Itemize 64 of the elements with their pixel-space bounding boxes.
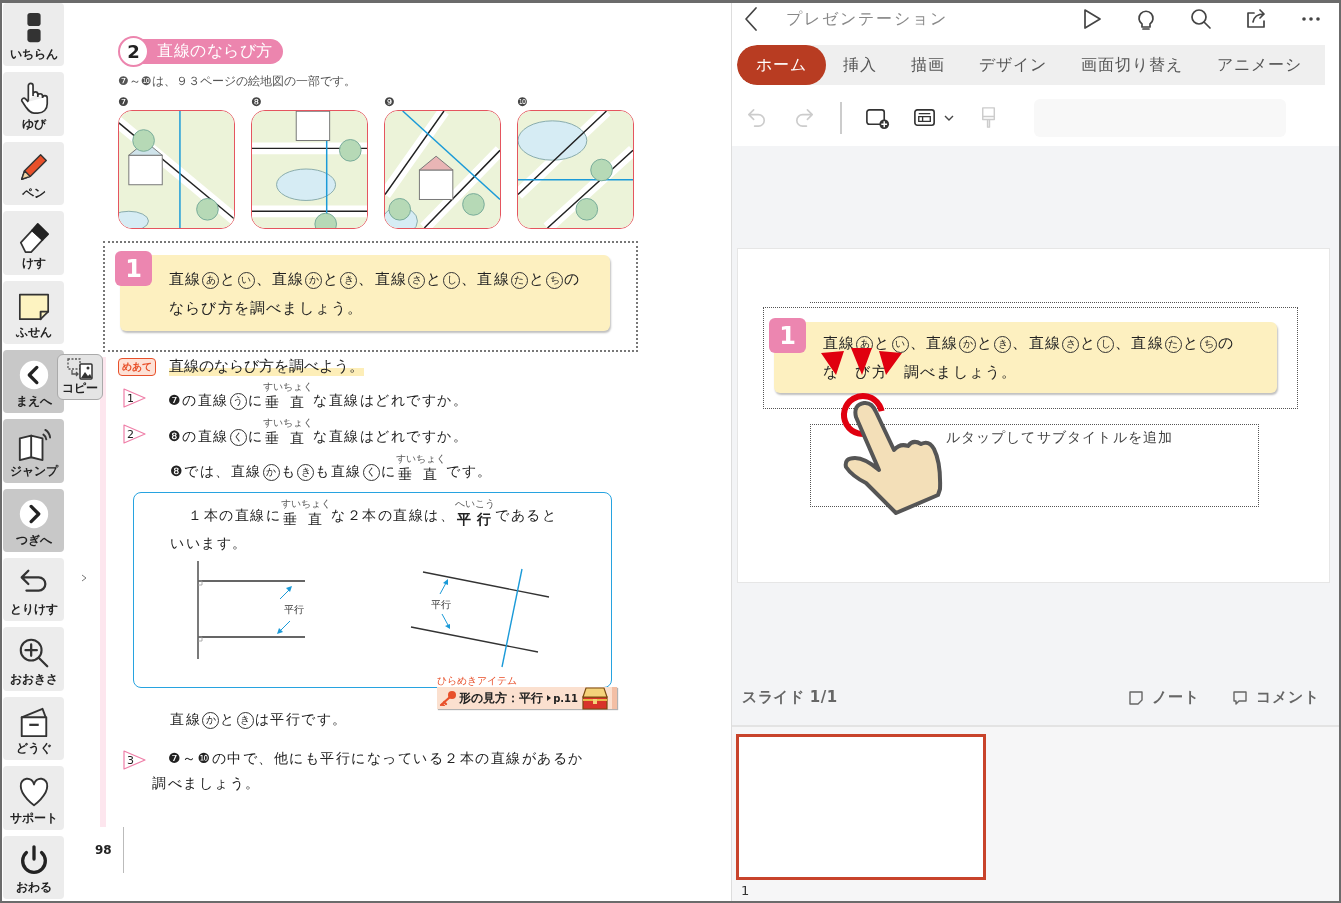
comments-button[interactable]: コメント — [1232, 688, 1320, 707]
hint-caption: ひらめきアイテム — [437, 675, 518, 687]
task-text: 直線 あ と い 、直線 か と き 、直線 さ と し 、直線 た と ち の ならび方を調べましょう。 — [168, 269, 582, 319]
toolbar-button[interactable]: つぎへ — [3, 488, 64, 553]
toolbar-button[interactable]: おわる — [3, 835, 64, 899]
note-icon — [1128, 689, 1144, 706]
page-number: 98 — [95, 843, 112, 857]
treasure-chest-icon — [580, 685, 610, 711]
slide-counter: スライド 1/1 — [742, 688, 838, 707]
goal-text: 直線のならび方を調べよう。 — [169, 357, 364, 376]
explanation-text: ❽では、直線 か も き も直線 く に すい 垂 ちょく 直 です。 — [170, 454, 494, 484]
ribbon-tab[interactable]: 描画 — [894, 45, 962, 85]
map-number: ❿ — [517, 94, 529, 110]
search-icon[interactable] — [1189, 7, 1213, 31]
book-icon — [16, 427, 51, 462]
conclusion-text: 直線 か と き は平行です。 — [170, 710, 349, 731]
toolbar-button[interactable]: とりけす — [3, 558, 64, 622]
section-title: 直線のならび方 — [143, 39, 283, 64]
question-number: 1 — [123, 388, 147, 408]
copy-button[interactable]: コピー — [57, 354, 103, 400]
share-icon[interactable] — [1244, 7, 1268, 31]
section-number: 2 — [118, 36, 149, 67]
toolbar-button[interactable]: まえへ — [3, 349, 64, 414]
question-text: ❼の直線 う に すい 垂 ちょく 直 な直線はどれですか。 — [168, 382, 469, 412]
comment-icon — [1232, 689, 1248, 706]
ribbon-tab[interactable]: 画面切り替え — [1064, 45, 1200, 85]
image-copy-icon — [67, 357, 93, 380]
ribbon-tab[interactable]: 挿入 — [826, 45, 894, 85]
map-number: ❼ — [118, 94, 130, 110]
toolbar-button[interactable]: ジャンプ — [3, 419, 64, 483]
ribbon-tab[interactable]: デザイン — [962, 45, 1064, 85]
toolbar-button[interactable]: おおきさ — [3, 627, 64, 691]
parallel-label: 平行 — [284, 604, 304, 615]
question-text: ❽の直線 く に すい 垂 ちょく 直 な直線はどれですか。 — [168, 418, 469, 448]
question-number: 3 — [123, 750, 147, 770]
goal-badge: めあて — [118, 357, 156, 376]
question-text: 3 ❼～❿の中で、他にも平行になっている２本の直線があるか 調べましょう。 — [118, 746, 652, 796]
toolbar-button[interactable]: ふせん — [3, 280, 64, 344]
slide-number: 1 — [741, 883, 751, 898]
toolbar-button[interactable]: ゆび — [3, 72, 64, 136]
parallel-label: 平行 — [431, 599, 451, 610]
toolbar-button[interactable]: いちらん — [3, 3, 64, 67]
ribbon-tab[interactable]: ホーム — [737, 45, 826, 85]
task-number: 1 — [769, 318, 806, 353]
caret-icon[interactable] — [943, 114, 954, 122]
document-title: プレゼンテーション — [786, 8, 948, 30]
hint-link[interactable]: 形の見方：平行 p.11 — [437, 687, 617, 709]
notes-button[interactable]: ノート — [1128, 688, 1200, 707]
toolbar-button[interactable]: どうぐ — [3, 696, 64, 761]
task-number: 1 — [115, 251, 152, 286]
toolbar-button[interactable]: サポート — [3, 766, 64, 830]
definition-text: １本の直線に すい 垂 ちょく 直 な２本の直線は、 へい 平 こう 行 であると いいます。 — [170, 499, 558, 553]
map-number: ❽ — [251, 94, 263, 110]
chevron-icon — [80, 573, 88, 583]
question-number: 2 — [123, 424, 147, 444]
slide-thumbnail[interactable] — [736, 734, 986, 880]
map-note: ❼～❿は、９３ページの絵地図の一部です。 — [118, 73, 357, 90]
toolbar-button[interactable]: けす — [3, 211, 64, 275]
toolbar-button[interactable]: ペン — [3, 141, 64, 206]
ribbon-tab[interactable]: アニメーシ — [1200, 45, 1319, 85]
map-number: ❾ — [384, 94, 396, 110]
back-icon[interactable] — [744, 6, 758, 32]
key-icon — [439, 690, 458, 706]
placeholder-text: ルタップしてサブタイトルを追加 — [945, 429, 1174, 447]
